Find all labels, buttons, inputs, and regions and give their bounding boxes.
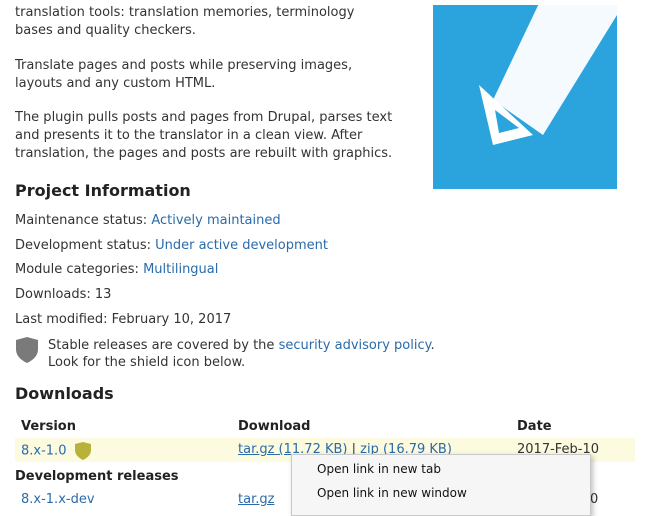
categories-link[interactable]: Multilingual <box>143 262 218 277</box>
column-header-version: Version <box>21 419 76 434</box>
column-header-download: Download <box>238 419 311 434</box>
context-menu-item-new-window[interactable]: Open link in new window <box>317 481 467 505</box>
intro-line: The plugin pulls posts and pages from Dr… <box>15 110 393 125</box>
context-menu: Open link in new tab Open link in new wi… <box>291 454 591 516</box>
release-version-link[interactable]: 8.x-1.0 <box>21 444 66 459</box>
development-label: Development status: <box>15 238 156 253</box>
security-text: Stable releases are covered by the <box>48 338 279 353</box>
intro-line: and presents it to the translator in a c… <box>15 128 363 143</box>
security-note: Stable releases are covered by the secur… <box>48 337 468 371</box>
downloads-count: Downloads: 13 <box>15 287 112 302</box>
categories-label: Module categories: <box>15 262 144 277</box>
intro-line: layouts and any custom HTML. <box>15 76 216 91</box>
shield-icon <box>74 442 91 460</box>
intro-line: translation, the pages and posts are reb… <box>15 146 393 161</box>
context-menu-item-new-tab[interactable]: Open link in new tab <box>317 457 441 481</box>
intro-paragraph-2: Translate pages and posts while preservi… <box>15 57 415 93</box>
last-modified: Last modified: February 10, 2017 <box>15 312 232 327</box>
intro-paragraph-1: translation tools: translation memories,… <box>15 4 415 40</box>
intro-line: Translate pages and posts while preservi… <box>15 58 353 73</box>
intro-paragraph-3: The plugin pulls posts and pages from Dr… <box>15 109 415 163</box>
dev-releases-heading: Development releases <box>15 469 179 484</box>
maintenance-label: Maintenance status: <box>15 213 152 228</box>
development-link[interactable]: Under active development <box>155 238 328 253</box>
security-text-line2: Look for the shield icon below. <box>48 355 246 370</box>
module-categories: Module categories: Multilingual <box>15 261 218 279</box>
security-text-end: . <box>430 338 435 353</box>
pencil-icon <box>479 5 617 145</box>
security-policy-link[interactable]: security advisory policy <box>279 338 431 353</box>
intro-line: bases and quality checkers. <box>15 23 196 38</box>
release-version-cell: 8.x-1.0 <box>21 442 91 460</box>
maintenance-status: Maintenance status: Actively maintained <box>15 212 281 230</box>
project-info-heading: Project Information <box>15 181 191 200</box>
project-logo <box>433 5 617 189</box>
shield-icon <box>16 337 38 363</box>
development-status: Development status: Under active develop… <box>15 237 328 255</box>
column-header-date: Date <box>517 419 552 434</box>
maintenance-link[interactable]: Actively maintained <box>151 213 280 228</box>
intro-line: translation tools: translation memories,… <box>15 5 355 20</box>
downloads-heading: Downloads <box>15 384 114 403</box>
